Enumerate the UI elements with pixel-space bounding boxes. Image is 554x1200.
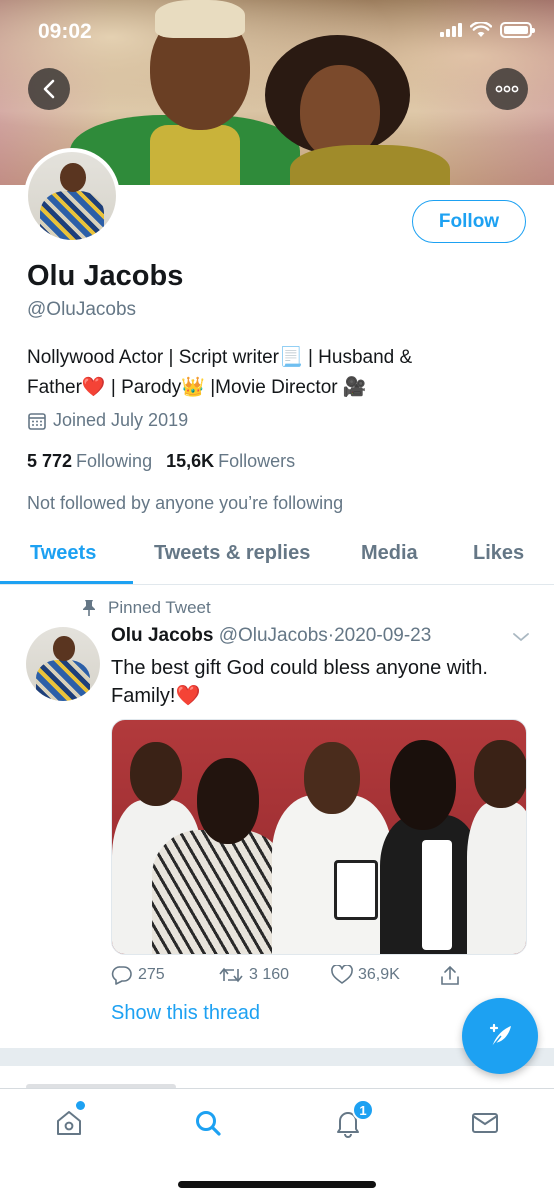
messages-icon	[472, 1113, 498, 1133]
not-followed-note: Not followed by anyone you’re following	[27, 493, 344, 513]
home-indicator	[178, 1181, 376, 1188]
calendar-icon	[28, 412, 46, 430]
home-icon	[57, 1111, 81, 1135]
share-button[interactable]	[439, 965, 461, 987]
tweet-photo[interactable]	[111, 719, 527, 955]
nav-home[interactable]	[51, 1105, 87, 1141]
tweet-options-button[interactable]	[512, 630, 530, 648]
tweet-text-line-1: The best gift God could bless anyone wit…	[111, 657, 488, 679]
reply-icon	[111, 966, 132, 985]
tweet-text-line-2: Family!❤️	[111, 685, 201, 707]
wifi-icon	[470, 22, 492, 37]
notification-badge: 1	[352, 1099, 374, 1121]
chevron-left-icon	[43, 79, 55, 99]
follow-stats: 5 772 Following 15,6K Followers	[27, 451, 295, 472]
more-options-button[interactable]	[486, 68, 528, 110]
heart-icon	[331, 965, 353, 984]
profile-name: Olu Jacobs	[27, 260, 184, 292]
banner-person-inner-robe	[150, 125, 240, 185]
retweet-count: 3 160	[249, 966, 290, 983]
pin-icon	[83, 600, 95, 616]
profile-avatar[interactable]	[24, 148, 120, 244]
bio-line-2: Father❤️ | Parody👑 |Movie Director 🎥	[27, 377, 367, 398]
joined-label: Joined July 2019	[53, 410, 189, 430]
reply-count: 275	[138, 966, 165, 983]
cellular-signal-icon	[440, 23, 462, 37]
back-button[interactable]	[28, 68, 70, 110]
pinned-indicator: Pinned Tweet	[82, 598, 211, 618]
share-icon	[441, 965, 459, 985]
tweet-actions: 275 3 160 36,9K	[111, 965, 471, 991]
status-icons	[440, 22, 535, 38]
retweet-icon	[219, 967, 243, 983]
battery-icon	[500, 22, 535, 38]
followers-label: Followers	[218, 451, 296, 471]
compose-feather-icon	[489, 1023, 511, 1048]
retweet-button[interactable]: 3 160	[218, 965, 289, 985]
compose-tweet-button[interactable]	[462, 998, 538, 1074]
followers-count: 15,6K	[166, 451, 215, 471]
tweet-header: Olu Jacobs @OluJacobs·2020-09-23	[111, 625, 431, 647]
profile-bio: Nollywood Actor | Script writer📃 | Husba…	[27, 343, 527, 403]
tweet-text: The best gift God could bless anyone wit…	[111, 654, 541, 710]
tweet-author-avatar[interactable]	[26, 627, 100, 701]
status-time: 09:02	[38, 20, 92, 43]
tab-media[interactable]: Media	[361, 542, 418, 565]
profile-handle: @OluJacobs	[27, 299, 137, 320]
active-tab-indicator	[0, 581, 133, 584]
tweet-author-name[interactable]: Olu Jacobs	[111, 625, 213, 646]
tweet-author-handle: @OluJacobs	[218, 625, 328, 646]
reply-button[interactable]: 275	[111, 965, 165, 985]
followers-stat[interactable]: 15,6K Followers	[166, 451, 295, 472]
banner-person2-dress	[290, 145, 450, 185]
pinned-label: Pinned Tweet	[108, 598, 211, 617]
following-count: 5 772	[27, 451, 73, 471]
joined-date: Joined July 2019	[27, 410, 188, 431]
tab-likes[interactable]: Likes	[473, 542, 524, 565]
following-stat[interactable]: 5 772 Following	[27, 451, 152, 472]
search-icon	[196, 1111, 221, 1136]
tweet-date: 2020-09-23	[334, 625, 432, 646]
status-bar: 09:02	[0, 0, 554, 60]
tab-tweets[interactable]: Tweets	[30, 542, 96, 565]
following-label: Following	[76, 451, 153, 471]
more-dots-icon	[495, 85, 519, 93]
like-count: 36,9K	[358, 966, 400, 983]
show-thread-link[interactable]: Show this thread	[111, 1002, 260, 1025]
follow-button[interactable]: Follow	[412, 200, 526, 243]
chevron-down-icon	[513, 633, 529, 642]
profile-tabs: Tweets Tweets & replies Media Likes	[0, 530, 554, 585]
nav-messages[interactable]	[467, 1105, 503, 1141]
home-new-dot	[76, 1101, 85, 1110]
tab-tweets-replies[interactable]: Tweets & replies	[154, 542, 310, 565]
bio-line-1: Nollywood Actor | Script writer📃 | Husba…	[27, 347, 413, 368]
nav-search[interactable]	[190, 1105, 226, 1141]
like-button[interactable]: 36,9K	[331, 965, 400, 985]
